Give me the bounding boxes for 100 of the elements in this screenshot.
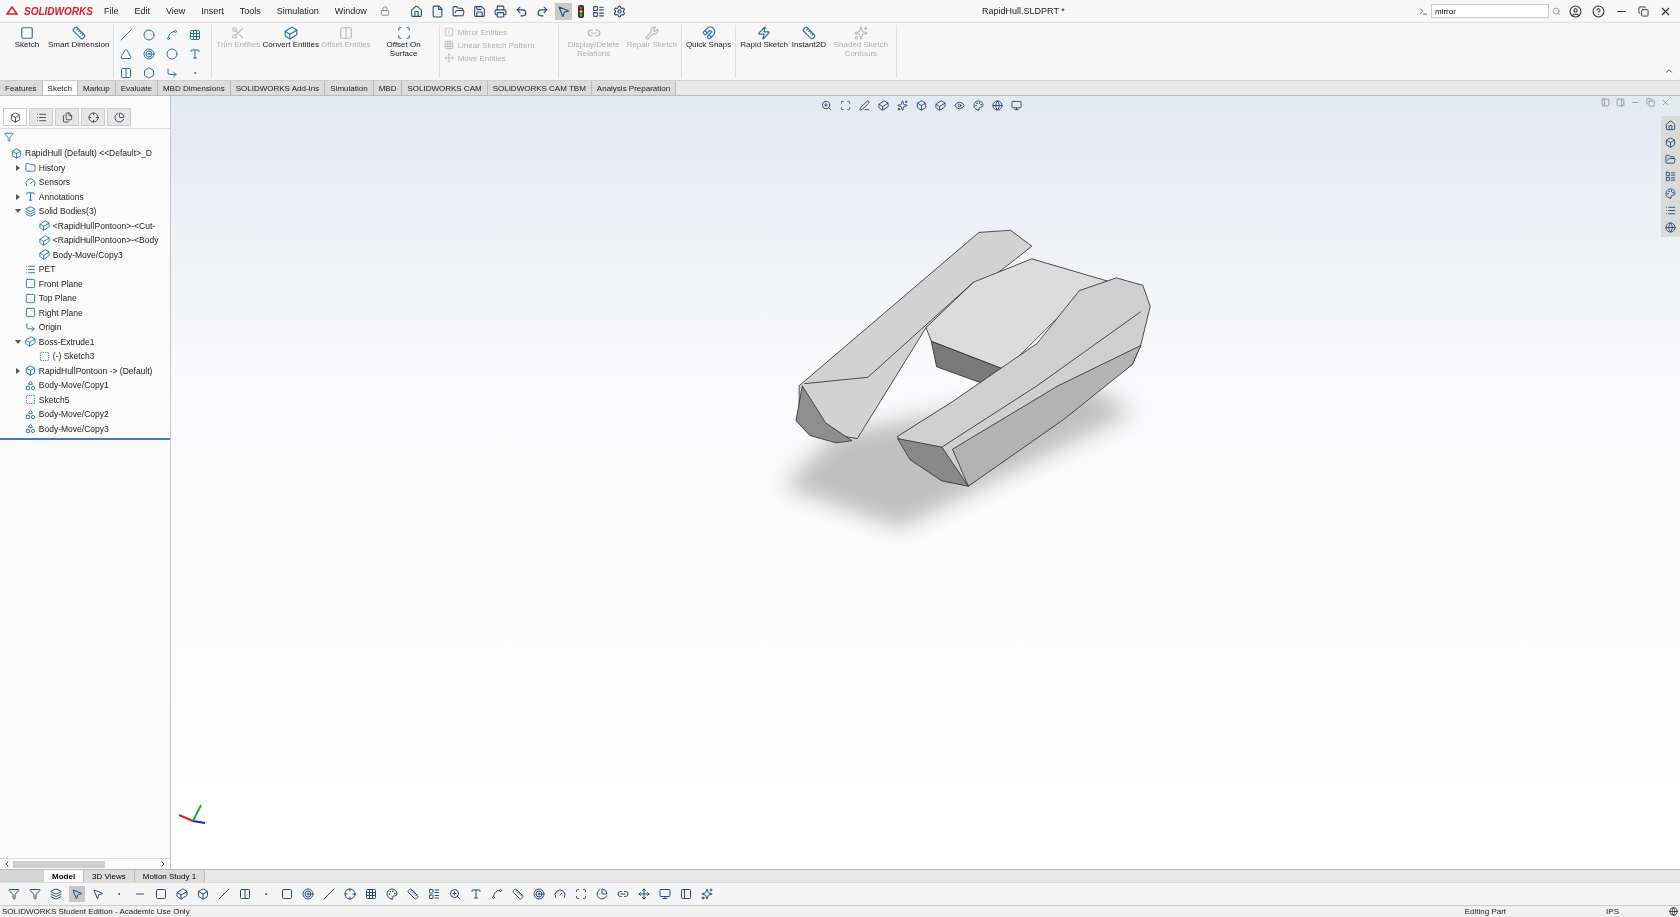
tree-item[interactable]: RapidHullPontoon -> (Default)	[38, 365, 153, 376]
monitor-icon[interactable]	[657, 886, 673, 902]
menu-item[interactable]: File	[98, 4, 124, 18]
line-icon[interactable]	[321, 886, 337, 902]
command-tab[interactable]: MBD Dimensions	[157, 81, 231, 95]
command-tab[interactable]: SOLIDWORKS CAM TBM	[487, 81, 592, 95]
help-icon[interactable]	[1590, 2, 1607, 20]
tolerance-icon[interactable]	[510, 886, 526, 902]
expand-arrow[interactable]	[13, 163, 22, 172]
ribbon-button[interactable]: Offset On Surface	[372, 25, 435, 59]
view-tab[interactable]: 3D Views	[84, 870, 135, 882]
monitor-icon[interactable]	[1009, 98, 1024, 113]
expand-arrow[interactable]	[13, 337, 22, 346]
pie-icon[interactable]	[594, 886, 610, 902]
command-tab[interactable]: MBD	[373, 81, 403, 95]
sketch-icon[interactable]	[279, 886, 295, 902]
scroll-right-icon[interactable]	[159, 860, 167, 868]
tree-item[interactable]: History	[38, 162, 66, 173]
appearance-icon[interactable]	[1663, 186, 1678, 201]
tree-item[interactable]: Top Plane	[38, 293, 77, 304]
display-style-icon[interactable]	[933, 98, 948, 113]
tree-item[interactable]: <RapidHullPontoon>-<Body	[52, 235, 159, 246]
command-tab[interactable]: Analysis Preparation	[591, 81, 677, 95]
table-icon[interactable]	[426, 886, 442, 902]
datum-icon[interactable]	[531, 886, 547, 902]
menu-item[interactable]: Simulation	[271, 4, 324, 18]
section-icon[interactable]	[876, 98, 891, 113]
view-palette-icon[interactable]	[1663, 169, 1678, 184]
tree-item[interactable]: Annotations	[38, 191, 84, 202]
edge-icon[interactable]	[216, 886, 232, 902]
zoom-area-icon[interactable]	[838, 98, 853, 113]
view-cube-icon[interactable]	[914, 98, 929, 113]
tree-item[interactable]: Sketch5	[38, 394, 70, 405]
sparkle-icon[interactable]	[699, 886, 715, 902]
scene-icon[interactable]	[990, 98, 1005, 113]
pattern-icon[interactable]	[237, 886, 253, 902]
sparkle-icon[interactable]	[895, 98, 910, 113]
ribbon-button[interactable]: Instant2D	[789, 25, 828, 50]
command-tab[interactable]: Features	[0, 81, 43, 95]
panel-tab[interactable]	[55, 108, 79, 126]
command-tab[interactable]: Simulation	[325, 81, 374, 95]
filter-icon[interactable]	[6, 886, 22, 902]
tree-item[interactable]: Body-Move/Copy3	[38, 423, 109, 434]
scan-icon[interactable]	[573, 886, 589, 902]
menu-item[interactable]: Window	[329, 4, 372, 18]
tree-item[interactable]: <RapidHullPontoon>-<Cut-	[52, 220, 156, 231]
command-tab[interactable]: Evaluate	[115, 81, 158, 95]
grid-icon[interactable]	[363, 886, 379, 902]
tree-item[interactable]: Boss-Extrude1	[38, 336, 95, 347]
ribbon-button[interactable]: Rapid Sketch	[740, 25, 788, 50]
user-icon[interactable]	[1567, 2, 1584, 20]
dimension-icon[interactable]	[405, 886, 421, 902]
globe-icon[interactable]	[1663, 220, 1678, 235]
tree-item[interactable]: Body-Move/Copy1	[38, 380, 109, 391]
tree-item[interactable]: Body-Move/Copy2	[38, 409, 109, 420]
search-field[interactable]: mirror	[1431, 4, 1549, 18]
crosshair-icon[interactable]	[342, 886, 358, 902]
tree-item[interactable]: Body-Move/Copy3	[52, 249, 123, 260]
traffic-light-icon[interactable]	[575, 2, 586, 20]
panel-tab[interactable]	[3, 108, 27, 126]
tree-item[interactable]: Front Plane	[38, 278, 83, 289]
color-icon[interactable]	[384, 886, 400, 902]
menu-item[interactable]: Insert	[196, 4, 229, 18]
panel-icon[interactable]	[678, 886, 694, 902]
tree-item[interactable]: Solid Bodies(3)	[38, 206, 97, 217]
home-icon[interactable]	[1663, 118, 1678, 133]
tree-item[interactable]: Sensors	[38, 177, 70, 188]
tree-item[interactable]: RapidHull (Default) <<Default>_D	[25, 148, 152, 159]
tree-item[interactable]: (-) Sketch3	[52, 351, 95, 362]
globe-icon[interactable]	[1669, 907, 1678, 916]
pointer-icon[interactable]	[90, 886, 106, 902]
print-icon[interactable]	[491, 2, 509, 20]
origin-icon[interactable]	[300, 886, 316, 902]
view-tab[interactable]: Model	[44, 870, 85, 882]
library-icon[interactable]	[1663, 135, 1678, 150]
panel-tab[interactable]	[81, 108, 105, 126]
menu-item[interactable]: View	[160, 4, 191, 18]
restore-icon[interactable]	[1636, 3, 1651, 19]
solid-icon[interactable]	[195, 886, 211, 902]
scroll-left-icon[interactable]	[3, 860, 11, 868]
command-tab[interactable]: Sketch	[42, 81, 79, 95]
menu-item[interactable]: Edit	[129, 4, 155, 18]
folder-icon[interactable]	[1663, 152, 1678, 167]
ribbon-button[interactable]: Quick Snaps	[685, 25, 732, 50]
zoom-icon[interactable]	[819, 98, 834, 113]
curve-icon[interactable]	[489, 886, 505, 902]
command-tab[interactable]: SOLIDWORKS CAM	[402, 81, 488, 95]
panel-tab[interactable]	[107, 108, 131, 126]
select-tool-icon[interactable]	[554, 2, 572, 20]
expand-arrow[interactable]	[13, 366, 22, 375]
expand-arrow[interactable]	[13, 192, 22, 201]
command-tab[interactable]: Markup	[78, 81, 116, 95]
filter-icon[interactable]	[27, 886, 43, 902]
panel-tab[interactable]	[29, 108, 53, 126]
tree-item[interactable]: Right Plane	[38, 307, 83, 318]
ribbon-button[interactable]: Sketch	[8, 25, 46, 50]
tree-item[interactable]: Origin	[38, 322, 62, 333]
appearance-icon[interactable]	[971, 98, 986, 113]
face-icon[interactable]	[153, 886, 169, 902]
units-text[interactable]: IPS	[1606, 907, 1619, 916]
